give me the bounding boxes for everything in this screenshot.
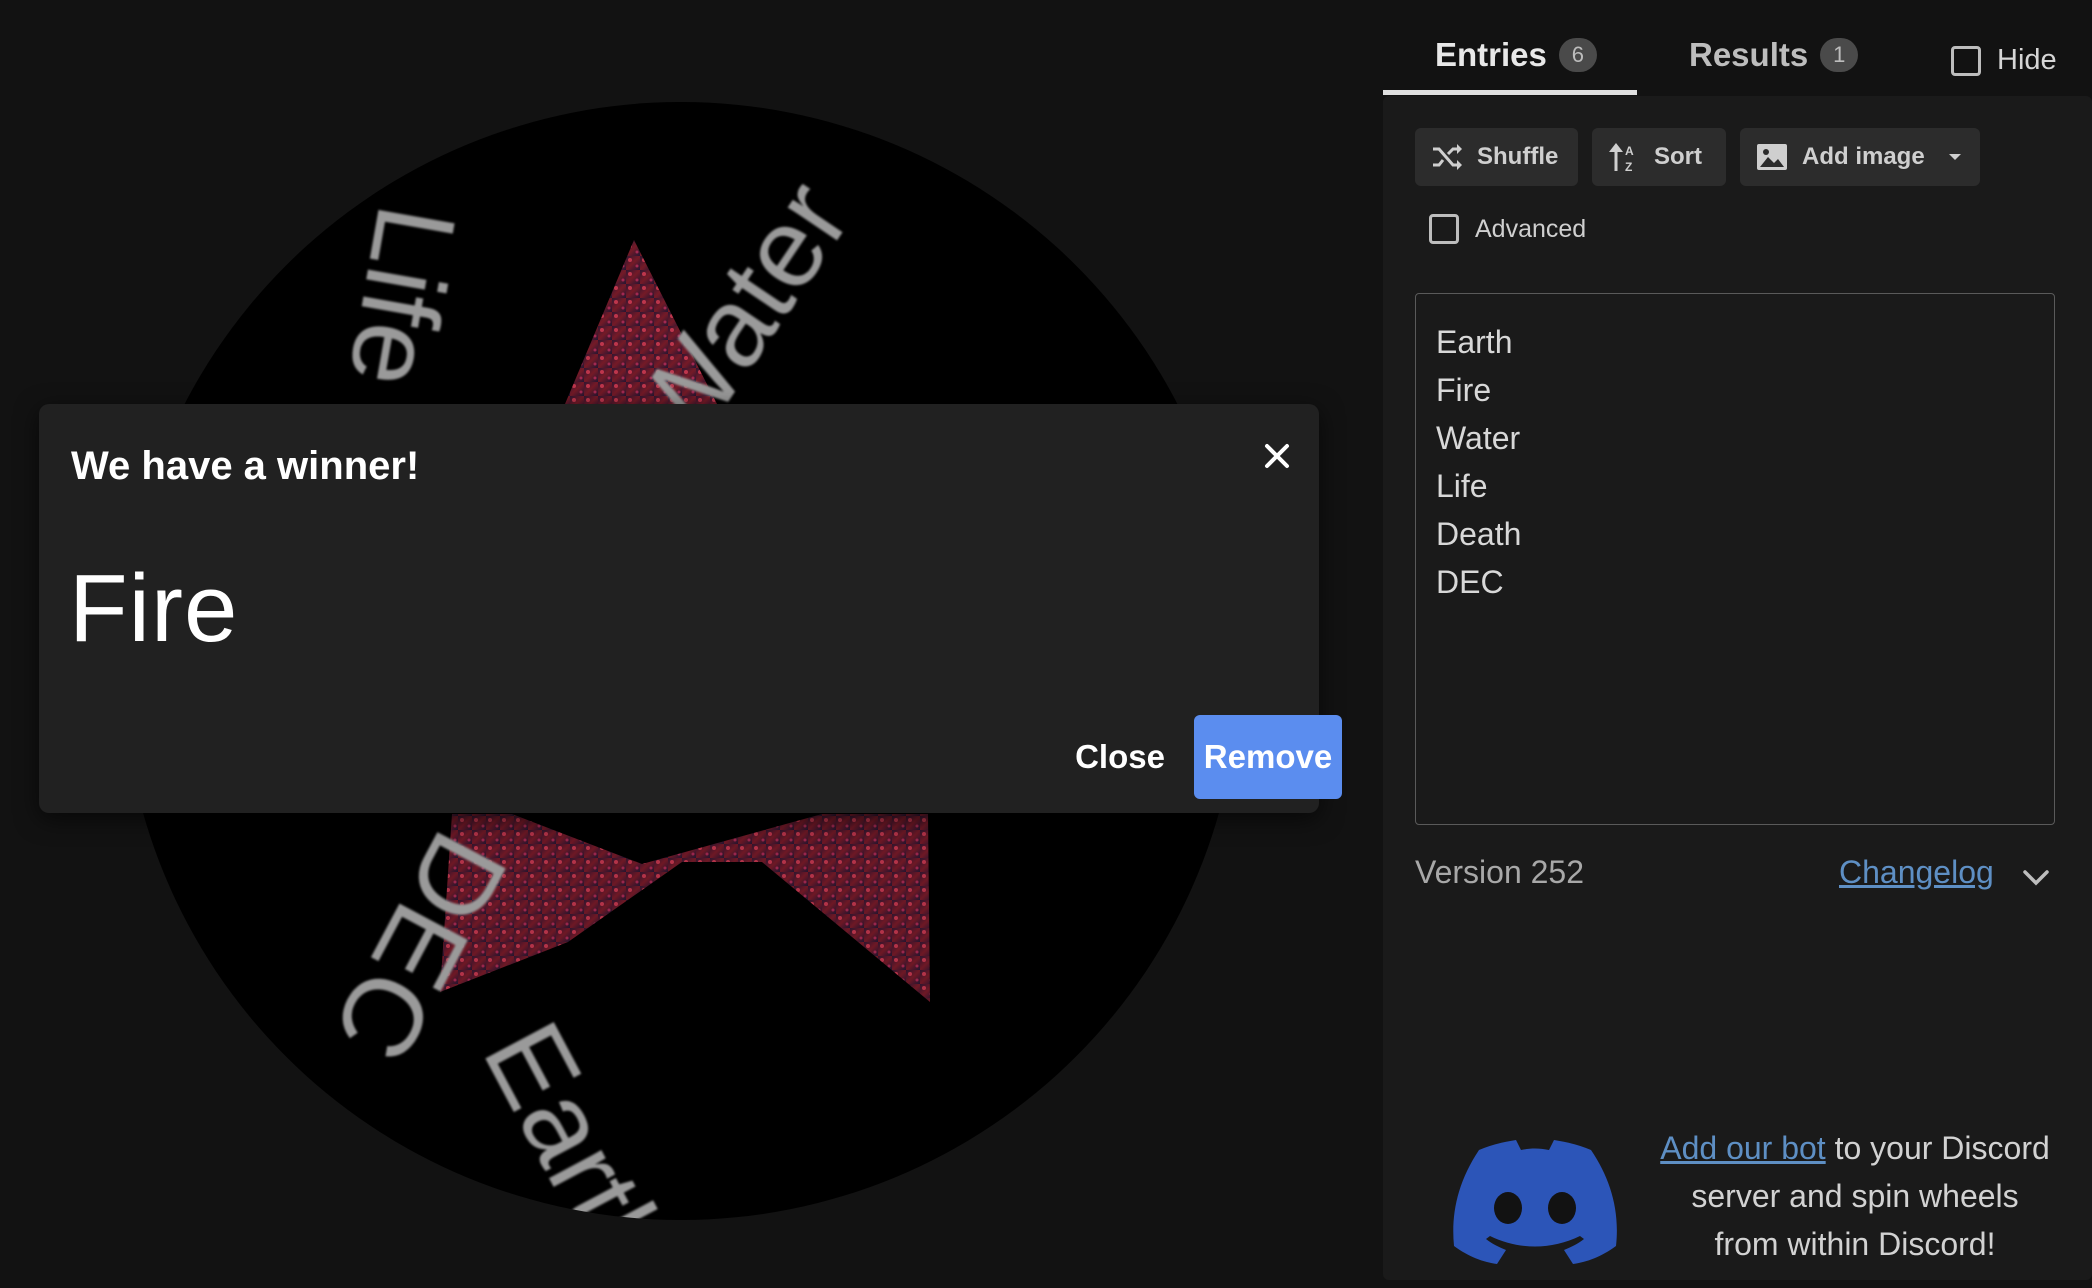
tab-results-label: Results <box>1689 36 1809 73</box>
tab-entries-count-badge: 6 <box>1558 38 1597 72</box>
tab-entries[interactable]: Entries 6 <box>1435 36 1597 96</box>
entry-line: DEC <box>1436 564 1504 600</box>
winner-dialog: We have a winner! Fire Close Remove <box>39 404 1342 813</box>
tab-entries-label: Entries <box>1435 36 1547 73</box>
advanced-toggle[interactable]: Advanced <box>1429 214 1586 244</box>
entries-card: Shuffle A Z Sort Add image Advanced Eart… <box>1383 96 2092 1280</box>
hide-toggle[interactable]: Hide <box>1951 44 2057 77</box>
discord-promo: Add our bot to your Discord server and s… <box>1453 1026 2073 1264</box>
chevron-down-icon[interactable] <box>2019 860 2053 894</box>
svg-text:A: A <box>1625 144 1634 158</box>
close-button[interactable]: Close <box>1055 715 1185 799</box>
version-row: Version 252 Changelog <box>1415 848 2055 898</box>
entry-line: Life <box>1436 468 1488 504</box>
changelog-link[interactable]: Changelog <box>1839 854 1994 891</box>
dialog-title: We have a winner! <box>71 444 420 488</box>
tab-results-count-badge: 1 <box>1820 38 1859 72</box>
hide-label: Hide <box>1997 44 2057 76</box>
shuffle-label: Shuffle <box>1477 143 1559 170</box>
wheel-area: Life Water Earth DEC We have a winner! F… <box>0 0 1383 1288</box>
shuffle-icon <box>1433 144 1462 170</box>
add-image-label: Add image <box>1802 143 1925 170</box>
image-icon <box>1757 144 1787 170</box>
close-icon[interactable] <box>1255 434 1299 478</box>
discord-icon <box>1453 1140 1617 1264</box>
entries-textarea[interactable]: Earth Fire Water Life Death DEC <box>1415 293 2055 825</box>
advanced-checkbox[interactable] <box>1429 214 1459 244</box>
add-bot-link[interactable]: Add our bot <box>1660 1130 1825 1166</box>
active-tab-indicator <box>1383 90 1637 95</box>
discord-text-line3: from within Discord! <box>1714 1226 1996 1262</box>
sort-label: Sort <box>1654 143 1702 170</box>
discord-text: Add our bot to your Discord server and s… <box>1637 1124 2073 1268</box>
winner-name: Fire <box>69 555 239 662</box>
sort-button[interactable]: A Z Sort <box>1592 128 1726 186</box>
entry-line: Fire <box>1436 372 1492 408</box>
tab-bar: Entries 6 Results 1 Hide <box>1383 0 2092 96</box>
svg-text:Z: Z <box>1625 160 1632 173</box>
entry-line: Water <box>1436 420 1521 456</box>
advanced-label: Advanced <box>1475 214 1587 243</box>
caret-down-icon <box>1948 154 1961 160</box>
shuffle-button[interactable]: Shuffle <box>1415 128 1578 186</box>
discord-text-part: to your Discord <box>1825 1130 2050 1166</box>
sort-icon: A Z <box>1609 143 1634 173</box>
version-text: Version 252 <box>1415 854 1585 890</box>
discord-text-line2: server and spin wheels <box>1691 1178 2019 1214</box>
tab-results[interactable]: Results 1 <box>1689 36 1859 96</box>
add-image-button[interactable]: Add image <box>1740 128 1980 186</box>
remove-button[interactable]: Remove <box>1194 715 1342 799</box>
entry-line: Death <box>1436 516 1522 552</box>
entry-line: Earth <box>1436 324 1513 360</box>
hide-checkbox[interactable] <box>1951 45 1981 76</box>
entries-panel: Entries 6 Results 1 Hide Shuffle A Z Sor… <box>1383 0 2092 1288</box>
